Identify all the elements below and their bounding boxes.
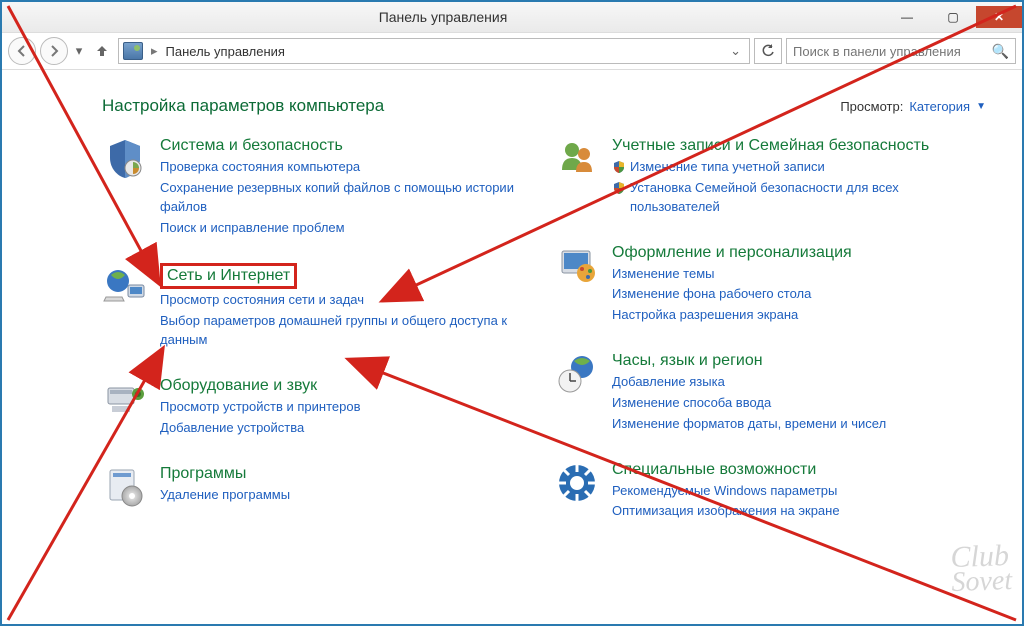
refresh-icon bbox=[761, 44, 775, 58]
view-label: Просмотр: bbox=[840, 99, 903, 114]
network-internet-icon bbox=[102, 263, 148, 309]
sublink[interactable]: Добавление устройства bbox=[160, 419, 360, 438]
sublink[interactable]: Поиск и исправление проблем bbox=[160, 219, 534, 238]
category-title[interactable]: Часы, язык и регион bbox=[612, 351, 886, 371]
back-button[interactable] bbox=[8, 37, 36, 65]
column-right: Учетные записи и Семейная безопасность И… bbox=[554, 136, 986, 521]
category-programs: Программы Удаление программы bbox=[102, 464, 534, 510]
category-title[interactable]: Учетные записи и Семейная безопасность bbox=[612, 136, 986, 156]
arrow-up-icon bbox=[94, 43, 110, 59]
sublink[interactable]: Установка Семейной безопасности для всех… bbox=[612, 179, 986, 217]
sublink[interactable]: Изменение форматов даты, времени и чисел bbox=[612, 415, 886, 434]
category-title[interactable]: Оформление и персонализация bbox=[612, 243, 852, 263]
heading-row: Настройка параметров компьютера Просмотр… bbox=[102, 96, 986, 116]
uac-shield-icon bbox=[612, 160, 626, 174]
sublink[interactable]: Изменение типа учетной записи bbox=[612, 158, 986, 177]
sublink[interactable]: Проверка состояния компьютера bbox=[160, 158, 534, 177]
sublink[interactable]: Изменение темы bbox=[612, 265, 852, 284]
sublink[interactable]: Оптимизация изображения на экране bbox=[612, 502, 840, 521]
view-selector[interactable]: Просмотр: Категория ▼ bbox=[840, 99, 986, 114]
category-title[interactable]: Специальные возможности bbox=[612, 460, 840, 480]
breadcrumb[interactable]: Панель управления bbox=[166, 44, 285, 59]
clock-language-icon bbox=[554, 351, 600, 397]
category-title[interactable]: Оборудование и звук bbox=[160, 376, 360, 396]
programs-icon bbox=[102, 464, 148, 510]
category-system-security: Система и безопасность Проверка состояни… bbox=[102, 136, 534, 237]
window: Панель управления — ▢ ✕ ▾ ▸ Панель управ… bbox=[0, 0, 1024, 626]
close-button[interactable]: ✕ bbox=[976, 6, 1022, 28]
accessibility-icon bbox=[554, 460, 600, 506]
category-columns: Система и безопасность Проверка состояни… bbox=[102, 136, 986, 521]
forward-button[interactable] bbox=[40, 37, 68, 65]
sublink[interactable]: Выбор параметров домашней группы и общег… bbox=[160, 312, 534, 350]
page-title: Настройка параметров компьютера bbox=[102, 96, 384, 116]
refresh-button[interactable] bbox=[754, 38, 782, 64]
category-network-internet: Сеть и Интернет Просмотр состояния сети … bbox=[102, 263, 534, 350]
category-title[interactable]: Программы bbox=[160, 464, 290, 484]
sublink[interactable]: Изменение способа ввода bbox=[612, 394, 886, 413]
window-title: Панель управления bbox=[2, 9, 884, 25]
sublink[interactable]: Рекомендуемые Windows параметры bbox=[612, 482, 840, 501]
chevron-down-icon: ▼ bbox=[976, 101, 986, 112]
window-controls: — ▢ ✕ bbox=[884, 6, 1022, 28]
titlebar: Панель управления — ▢ ✕ bbox=[2, 2, 1022, 32]
sublink[interactable]: Удаление программы bbox=[160, 486, 290, 505]
history-dropdown[interactable]: ▾ bbox=[72, 37, 86, 65]
sublink[interactable]: Просмотр устройств и принтеров bbox=[160, 398, 360, 417]
search-input[interactable] bbox=[793, 44, 992, 59]
category-title[interactable]: Система и безопасность bbox=[160, 136, 534, 156]
arrow-left-icon bbox=[15, 44, 29, 58]
category-hardware-sound: Оборудование и звук Просмотр устройств и… bbox=[102, 376, 534, 438]
sublink[interactable]: Добавление языка bbox=[612, 373, 886, 392]
category-accessibility: Специальные возможности Рекомендуемые Wi… bbox=[554, 460, 986, 522]
breadcrumb-sep: ▸ bbox=[149, 43, 160, 59]
navbar: ▾ ▸ Панель управления ⌄ 🔍 bbox=[2, 32, 1022, 70]
minimize-button[interactable]: — bbox=[884, 6, 930, 28]
content: Настройка параметров компьютера Просмотр… bbox=[2, 70, 1022, 624]
category-appearance: Оформление и персонализация Изменение те… bbox=[554, 243, 986, 326]
uac-shield-icon bbox=[612, 181, 626, 195]
column-left: Система и безопасность Проверка состояни… bbox=[102, 136, 534, 521]
sublink[interactable]: Настройка разрешения экрана bbox=[612, 306, 852, 325]
up-button[interactable] bbox=[90, 39, 114, 63]
system-security-icon bbox=[102, 136, 148, 182]
maximize-button[interactable]: ▢ bbox=[930, 6, 976, 28]
sublink[interactable]: Просмотр состояния сети и задач bbox=[160, 291, 534, 310]
view-value[interactable]: Категория bbox=[909, 99, 970, 114]
category-title-highlighted[interactable]: Сеть и Интернет bbox=[160, 263, 297, 289]
address-bar[interactable]: ▸ Панель управления ⌄ bbox=[118, 38, 750, 64]
search-icon[interactable]: 🔍 bbox=[992, 43, 1009, 60]
control-panel-icon bbox=[123, 42, 143, 60]
arrow-right-icon bbox=[47, 44, 61, 58]
category-user-accounts: Учетные записи и Семейная безопасность И… bbox=[554, 136, 986, 217]
appearance-icon bbox=[554, 243, 600, 289]
search-box[interactable]: 🔍 bbox=[786, 38, 1016, 64]
sublink[interactable]: Изменение фона рабочего стола bbox=[612, 285, 852, 304]
category-clock-language: Часы, язык и регион Добавление языка Изм… bbox=[554, 351, 986, 434]
hardware-sound-icon bbox=[102, 376, 148, 422]
user-accounts-icon bbox=[554, 136, 600, 182]
sublink[interactable]: Сохранение резервных копий файлов с помо… bbox=[160, 179, 534, 217]
address-dropdown[interactable]: ⌄ bbox=[726, 43, 745, 59]
